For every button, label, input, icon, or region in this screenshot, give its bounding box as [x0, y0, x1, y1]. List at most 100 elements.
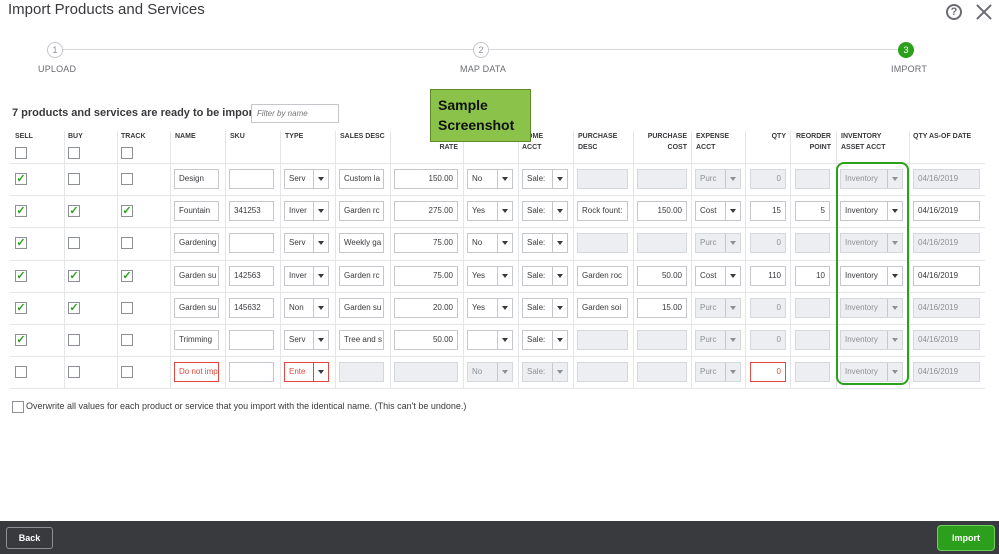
income-acct-select[interactable]: Sale: — [522, 169, 568, 189]
buy-checkbox[interactable] — [68, 366, 80, 378]
qty-as-of-date-field[interactable]: 04/16/2019 — [913, 266, 980, 286]
close-icon[interactable] — [974, 2, 994, 22]
sales-rate-field[interactable] — [394, 362, 458, 382]
qty-field[interactable]: 0 — [750, 169, 786, 189]
type-select[interactable]: Serv — [284, 330, 329, 350]
qty-field[interactable]: 0 — [750, 233, 786, 253]
type-select[interactable]: Serv — [284, 169, 329, 189]
buy-checkbox[interactable]: ✓ — [68, 205, 80, 217]
track-checkbox[interactable]: ✓ — [121, 270, 133, 282]
track-checkbox[interactable] — [121, 237, 133, 249]
reorder-point-field[interactable]: 10 — [795, 266, 830, 286]
type-select[interactable]: Non — [284, 298, 329, 318]
purchase-desc-field[interactable]: Garden soi — [577, 298, 628, 318]
sell-checkbox[interactable] — [15, 366, 27, 378]
track-checkbox[interactable] — [121, 334, 133, 346]
sales-desc-field[interactable]: Custom la — [339, 169, 384, 189]
buy-checkbox[interactable] — [68, 173, 80, 185]
taxable-select[interactable]: No — [467, 362, 513, 382]
type-select[interactable]: Serv — [284, 233, 329, 253]
name-field[interactable]: Do not imp — [174, 362, 219, 382]
name-field[interactable]: Garden su — [174, 298, 219, 318]
sales-rate-field[interactable]: 50.00 — [394, 330, 458, 350]
taxable-select[interactable] — [467, 330, 513, 350]
purchase-cost-field[interactable] — [637, 362, 687, 382]
purchase-cost-field[interactable]: 15.00 — [637, 298, 687, 318]
select-all-sell-checkbox[interactable] — [15, 147, 27, 159]
taxable-select[interactable]: Yes — [467, 201, 513, 221]
purchase-cost-field[interactable] — [637, 330, 687, 350]
income-acct-select[interactable]: Sale: — [522, 266, 568, 286]
sku-field[interactable] — [229, 330, 274, 350]
expense-acct-select[interactable]: Purc — [695, 330, 741, 350]
income-acct-select[interactable]: Sale: — [522, 298, 568, 318]
expense-acct-select[interactable]: Purc — [695, 169, 741, 189]
type-select[interactable]: Ente — [284, 362, 329, 382]
reorder-point-field[interactable]: 5 — [795, 201, 830, 221]
sku-field[interactable]: 142563 — [229, 266, 274, 286]
import-button[interactable]: Import — [938, 526, 994, 550]
sales-rate-field[interactable]: 20.00 — [394, 298, 458, 318]
track-checkbox[interactable] — [121, 366, 133, 378]
purchase-cost-field[interactable]: 150.00 — [637, 201, 687, 221]
select-all-buy-checkbox[interactable] — [68, 147, 80, 159]
expense-acct-select[interactable]: Cost — [695, 266, 741, 286]
expense-acct-select[interactable]: Purc — [695, 362, 741, 382]
sell-checkbox[interactable]: ✓ — [15, 302, 27, 314]
taxable-select[interactable]: No — [467, 233, 513, 253]
qty-field[interactable]: 0 — [750, 298, 786, 318]
sell-checkbox[interactable]: ✓ — [15, 205, 27, 217]
sales-desc-field[interactable]: Tree and s — [339, 330, 384, 350]
expense-acct-select[interactable]: Purc — [695, 298, 741, 318]
income-acct-select[interactable]: Sale: — [522, 201, 568, 221]
expense-acct-select[interactable]: Purc — [695, 233, 741, 253]
help-icon[interactable]: ? — [946, 4, 962, 20]
taxable-select[interactable]: No — [467, 169, 513, 189]
buy-checkbox[interactable]: ✓ — [68, 270, 80, 282]
buy-checkbox[interactable]: ✓ — [68, 302, 80, 314]
select-all-track-checkbox[interactable] — [121, 147, 133, 159]
name-field[interactable]: Fountain — [174, 201, 219, 221]
purchase-desc-field[interactable] — [577, 330, 628, 350]
purchase-desc-field[interactable] — [577, 169, 628, 189]
qty-field[interactable]: 0 — [750, 330, 786, 350]
name-field[interactable]: Gardening — [174, 233, 219, 253]
purchase-desc-field[interactable] — [577, 233, 628, 253]
sell-checkbox[interactable]: ✓ — [15, 334, 27, 346]
name-field[interactable]: Trimming — [174, 330, 219, 350]
purchase-cost-field[interactable]: 50.00 — [637, 266, 687, 286]
purchase-desc-field[interactable]: Garden roc — [577, 266, 628, 286]
sell-checkbox[interactable]: ✓ — [15, 237, 27, 249]
reorder-point-field[interactable] — [795, 362, 830, 382]
buy-checkbox[interactable] — [68, 334, 80, 346]
income-acct-select[interactable]: Sale: — [522, 330, 568, 350]
name-field[interactable]: Garden su — [174, 266, 219, 286]
track-checkbox[interactable] — [121, 173, 133, 185]
sales-rate-field[interactable]: 75.00 — [394, 233, 458, 253]
sales-desc-field[interactable] — [339, 362, 384, 382]
buy-checkbox[interactable] — [68, 237, 80, 249]
sales-desc-field[interactable]: Garden rc — [339, 201, 384, 221]
purchase-cost-field[interactable] — [637, 233, 687, 253]
sales-rate-field[interactable]: 150.00 — [394, 169, 458, 189]
sell-checkbox[interactable]: ✓ — [15, 270, 27, 282]
type-select[interactable]: Inver — [284, 266, 329, 286]
sku-field[interactable]: 145632 — [229, 298, 274, 318]
qty-as-of-date-field[interactable]: 04/16/2019 — [913, 362, 980, 382]
sales-desc-field[interactable]: Garden rc — [339, 266, 384, 286]
income-acct-select[interactable]: Sale: — [522, 233, 568, 253]
taxable-select[interactable]: Yes — [467, 266, 513, 286]
sales-rate-field[interactable]: 275.00 — [394, 201, 458, 221]
qty-field[interactable]: 110 — [750, 266, 786, 286]
qty-as-of-date-field[interactable]: 04/16/2019 — [913, 233, 980, 253]
income-acct-select[interactable]: Sale: — [522, 362, 568, 382]
purchase-desc-field[interactable] — [577, 362, 628, 382]
sku-field[interactable] — [229, 169, 274, 189]
purchase-cost-field[interactable] — [637, 169, 687, 189]
reorder-point-field[interactable] — [795, 233, 830, 253]
taxable-select[interactable]: Yes — [467, 298, 513, 318]
purchase-desc-field[interactable]: Rock fount: — [577, 201, 628, 221]
sell-checkbox[interactable]: ✓ — [15, 173, 27, 185]
qty-field[interactable]: 15 — [750, 201, 786, 221]
sales-desc-field[interactable]: Weekly ga — [339, 233, 384, 253]
